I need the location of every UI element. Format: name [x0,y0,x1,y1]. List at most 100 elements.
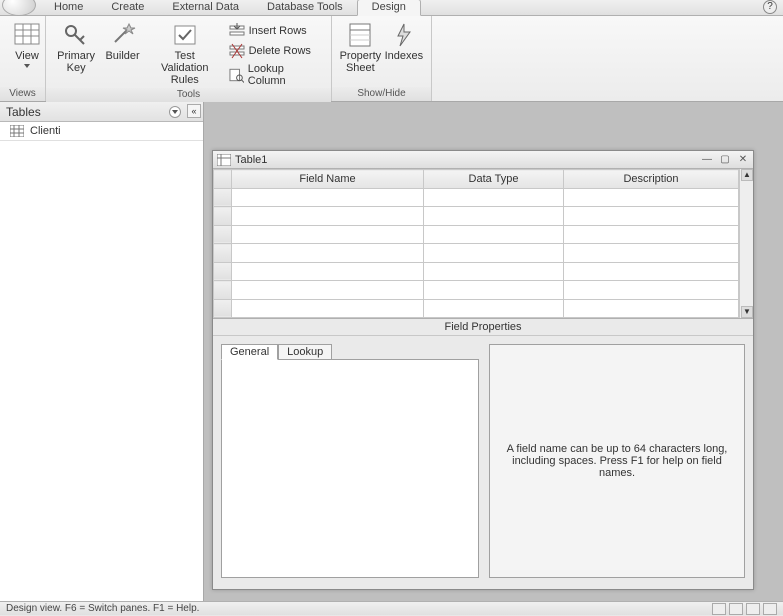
nav-header[interactable]: Tables « [0,102,203,122]
view-shortcut-1[interactable] [712,603,726,615]
chevron-down-icon[interactable] [169,106,181,118]
group-tools-label: Tools [46,88,331,102]
cell-field-name[interactable] [232,299,424,318]
help-panel: A field name can be up to 64 characters … [489,344,745,578]
cell-data-type[interactable] [424,207,564,226]
cell-description[interactable] [564,262,739,281]
primary-key-button[interactable]: Primary Key [52,20,100,76]
property-sheet-icon [346,22,374,48]
nav-item-clienti[interactable]: Clienti [0,122,203,141]
delete-rows-button[interactable]: Delete Rows [225,42,325,60]
chevron-down-icon [24,64,30,68]
scroll-down-button[interactable]: ▼ [741,306,753,318]
view-shortcut-4[interactable] [763,603,777,615]
scroll-up-button[interactable]: ▲ [741,169,753,181]
tab-lookup[interactable]: Lookup [278,344,332,360]
field-properties-pane[interactable] [221,359,479,578]
tab-general[interactable]: General [221,344,278,360]
cell-field-name[interactable] [232,262,424,281]
group-showhide-label: Show/Hide [332,87,431,101]
window-titlebar[interactable]: Table1 — ▢ ✕ [213,151,753,169]
cell-description[interactable] [564,207,739,226]
status-bar: Design view. F6 = Switch panes. F1 = Hel… [0,601,783,615]
check-icon [171,22,199,48]
indexes-label: Indexes [385,50,424,62]
wand-icon [109,22,137,48]
window-title: Table1 [235,154,267,166]
cell-data-type[interactable] [424,281,564,300]
col-field-name[interactable]: Field Name [232,170,424,189]
lookup-icon [229,67,244,83]
lightning-icon [390,22,418,48]
group-views-label: Views [0,87,45,101]
cell-field-name[interactable] [232,244,424,263]
office-button[interactable] [2,0,36,16]
primary-key-label: Primary Key [57,50,95,74]
test-validation-button[interactable]: Test Validation Rules [145,20,225,88]
view-button[interactable]: View [6,20,48,70]
nav-header-label: Tables [6,105,41,119]
field-name-input[interactable] [236,191,419,203]
status-text: Design view. F6 = Switch panes. F1 = Hel… [6,603,199,614]
cell-data-type[interactable] [424,188,564,207]
col-data-type[interactable]: Data Type [424,170,564,189]
row-selector[interactable] [214,188,232,207]
row-selector[interactable] [214,262,232,281]
cell-description[interactable] [564,225,739,244]
navigation-pane: Tables « Clienti [0,102,204,601]
cell-data-type[interactable] [424,262,564,281]
cell-field-name[interactable] [232,188,424,207]
row-selector[interactable] [214,299,232,318]
ribbon: View Views Primary Key Builder [0,16,783,102]
cell-description[interactable] [564,299,739,318]
tab-design[interactable]: Design [357,0,421,16]
datasheet-view-icon [13,22,41,48]
insert-rows-label: Insert Rows [249,25,307,37]
col-description[interactable]: Description [564,170,739,189]
row-selector[interactable] [214,281,232,300]
close-button[interactable]: ✕ [737,154,749,166]
grid-scrollbar[interactable]: ▲ ▼ [739,169,753,318]
row-selector[interactable] [214,207,232,226]
tab-home[interactable]: Home [40,0,97,15]
select-all-corner[interactable] [214,170,232,189]
cell-data-type[interactable] [424,244,564,263]
minimize-button[interactable]: — [701,154,713,166]
cell-data-type[interactable] [424,225,564,244]
tab-create[interactable]: Create [97,0,158,15]
view-shortcut-3[interactable] [746,603,760,615]
cell-description[interactable] [564,188,739,207]
tab-database-tools[interactable]: Database Tools [253,0,357,15]
builder-label: Builder [105,50,139,62]
row-selector[interactable] [214,244,232,263]
table-icon [10,125,24,137]
cell-field-name[interactable] [232,281,424,300]
view-label: View [15,50,39,62]
insert-rows-icon [229,23,245,39]
test-validation-label: Test Validation Rules [151,50,219,86]
insert-rows-button[interactable]: Insert Rows [225,22,325,40]
property-sheet-button[interactable]: Property Sheet [338,20,383,76]
cell-field-name[interactable] [232,207,424,226]
cell-field-name[interactable] [232,225,424,244]
help-icon[interactable]: ? [763,0,777,14]
table-design-window: Table1 — ▢ ✕ Field Name Data Type [212,150,754,590]
tab-external-data[interactable]: External Data [158,0,253,15]
indexes-button[interactable]: Indexes [383,20,425,64]
lookup-column-label: Lookup Column [248,63,321,87]
table-icon [217,154,231,166]
help-text: A field name can be up to 64 characters … [502,443,732,479]
cell-description[interactable] [564,281,739,300]
field-grid[interactable]: Field Name Data Type Description [213,169,739,318]
row-selector[interactable] [214,225,232,244]
maximize-button[interactable]: ▢ [719,154,731,166]
cell-data-type[interactable] [424,299,564,318]
field-properties-header: Field Properties [213,319,753,336]
key-icon [62,22,90,48]
view-shortcut-2[interactable] [729,603,743,615]
delete-rows-label: Delete Rows [249,45,311,57]
builder-button[interactable]: Builder [100,20,145,64]
cell-description[interactable] [564,244,739,263]
collapse-nav-button[interactable]: « [187,104,201,118]
lookup-column-button[interactable]: Lookup Column [225,62,325,88]
